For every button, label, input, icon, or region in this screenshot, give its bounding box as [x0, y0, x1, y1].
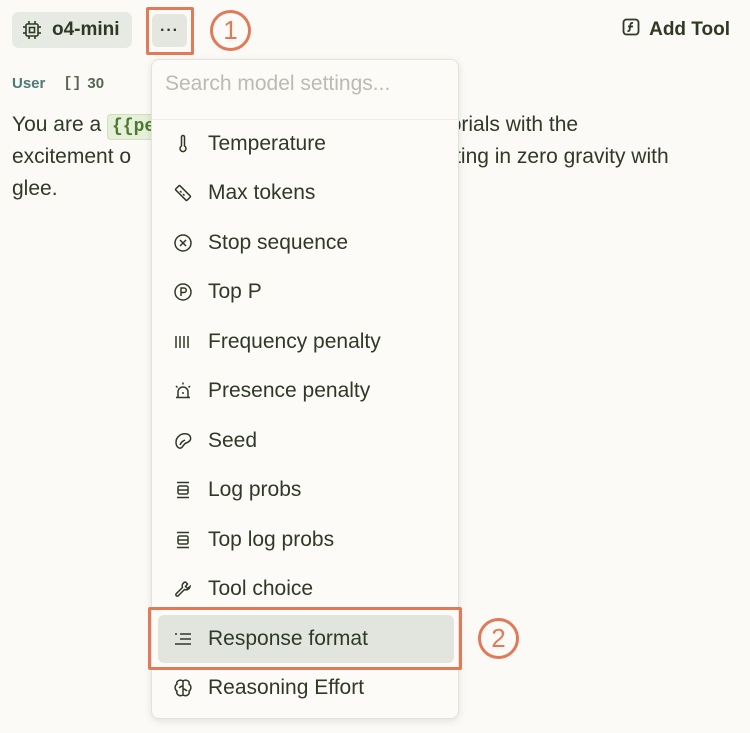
menu-item-stop-sequence[interactable]: Stop sequence	[158, 219, 454, 267]
callout-1-badge: 1	[210, 10, 251, 51]
x-circle-icon	[172, 232, 194, 254]
ruler-icon	[172, 182, 194, 204]
token-count: 30	[87, 75, 105, 92]
add-tool-button[interactable]: Add Tool	[622, 18, 730, 42]
thermometer-icon	[172, 133, 194, 155]
menu-item-label: Frequency penalty	[208, 330, 381, 353]
siren-icon	[172, 380, 194, 402]
function-icon	[622, 18, 640, 42]
search-settings-input[interactable]	[165, 72, 445, 96]
brackets-icon: []	[63, 75, 82, 92]
layers-icon	[172, 529, 194, 551]
message-role: User	[12, 75, 46, 92]
bars-icon	[172, 331, 194, 353]
model-selector[interactable]: o4-mini	[12, 12, 132, 48]
token-counter: [] 30	[63, 75, 104, 92]
menu-item-label: Stop sequence	[208, 231, 349, 254]
menu-item-response-format[interactable]: Response format	[158, 615, 454, 663]
wrench-icon	[172, 578, 194, 600]
menu-item-top-log-probs[interactable]: Top log probs	[158, 516, 454, 564]
menu-item-presence-penalty[interactable]: Presence penalty	[158, 367, 454, 415]
add-tool-label: Add Tool	[649, 19, 730, 40]
menu-item-label: Reasoning Effort	[208, 676, 365, 699]
menu-item-label: Log probs	[208, 478, 302, 501]
text-segment: You are a	[12, 113, 107, 136]
menu-item-frequency-penalty[interactable]: Frequency penalty	[158, 318, 454, 366]
text-segment: excitement o	[12, 145, 132, 168]
menu-item-max-tokens[interactable]: Max tokens	[158, 169, 454, 217]
list-indent-icon	[172, 628, 194, 650]
menu-item-label: Response format	[208, 627, 368, 650]
menu-item-label: Top P	[208, 280, 262, 303]
menu-item-label: Tool choice	[208, 577, 314, 600]
menu-item-label: Seed	[208, 429, 258, 452]
message-header: User [] 30	[12, 75, 104, 92]
menu-item-label: Presence penalty	[208, 379, 371, 402]
callout-2-badge: 2	[478, 618, 519, 659]
more-options-button[interactable]: ···	[152, 14, 187, 47]
menu-item-label: Max tokens	[208, 181, 316, 204]
menu-item-label: Temperature	[208, 132, 326, 155]
menu-item-top-p[interactable]: Top P	[158, 268, 454, 316]
chip-icon	[22, 20, 42, 40]
menu-item-reasoning-effort[interactable]: Reasoning Effort	[158, 664, 454, 712]
menu-item-label: Top log probs	[208, 528, 335, 551]
layers-icon	[172, 479, 194, 501]
menu-item-log-probs[interactable]: Log probs	[158, 466, 454, 514]
brain-icon	[172, 677, 194, 699]
p-circle-icon	[172, 281, 194, 303]
model-settings-dropdown: Temperature Max tokens Stop sequence Top…	[151, 59, 459, 719]
menu-item-seed[interactable]: Seed	[158, 417, 454, 465]
bean-icon	[172, 430, 194, 452]
menu-item-tool-choice[interactable]: Tool choice	[158, 565, 454, 613]
text-segment: ting in zero gravity with	[455, 145, 669, 168]
menu-item-temperature[interactable]: Temperature	[158, 120, 454, 168]
model-name: o4-mini	[52, 19, 120, 40]
